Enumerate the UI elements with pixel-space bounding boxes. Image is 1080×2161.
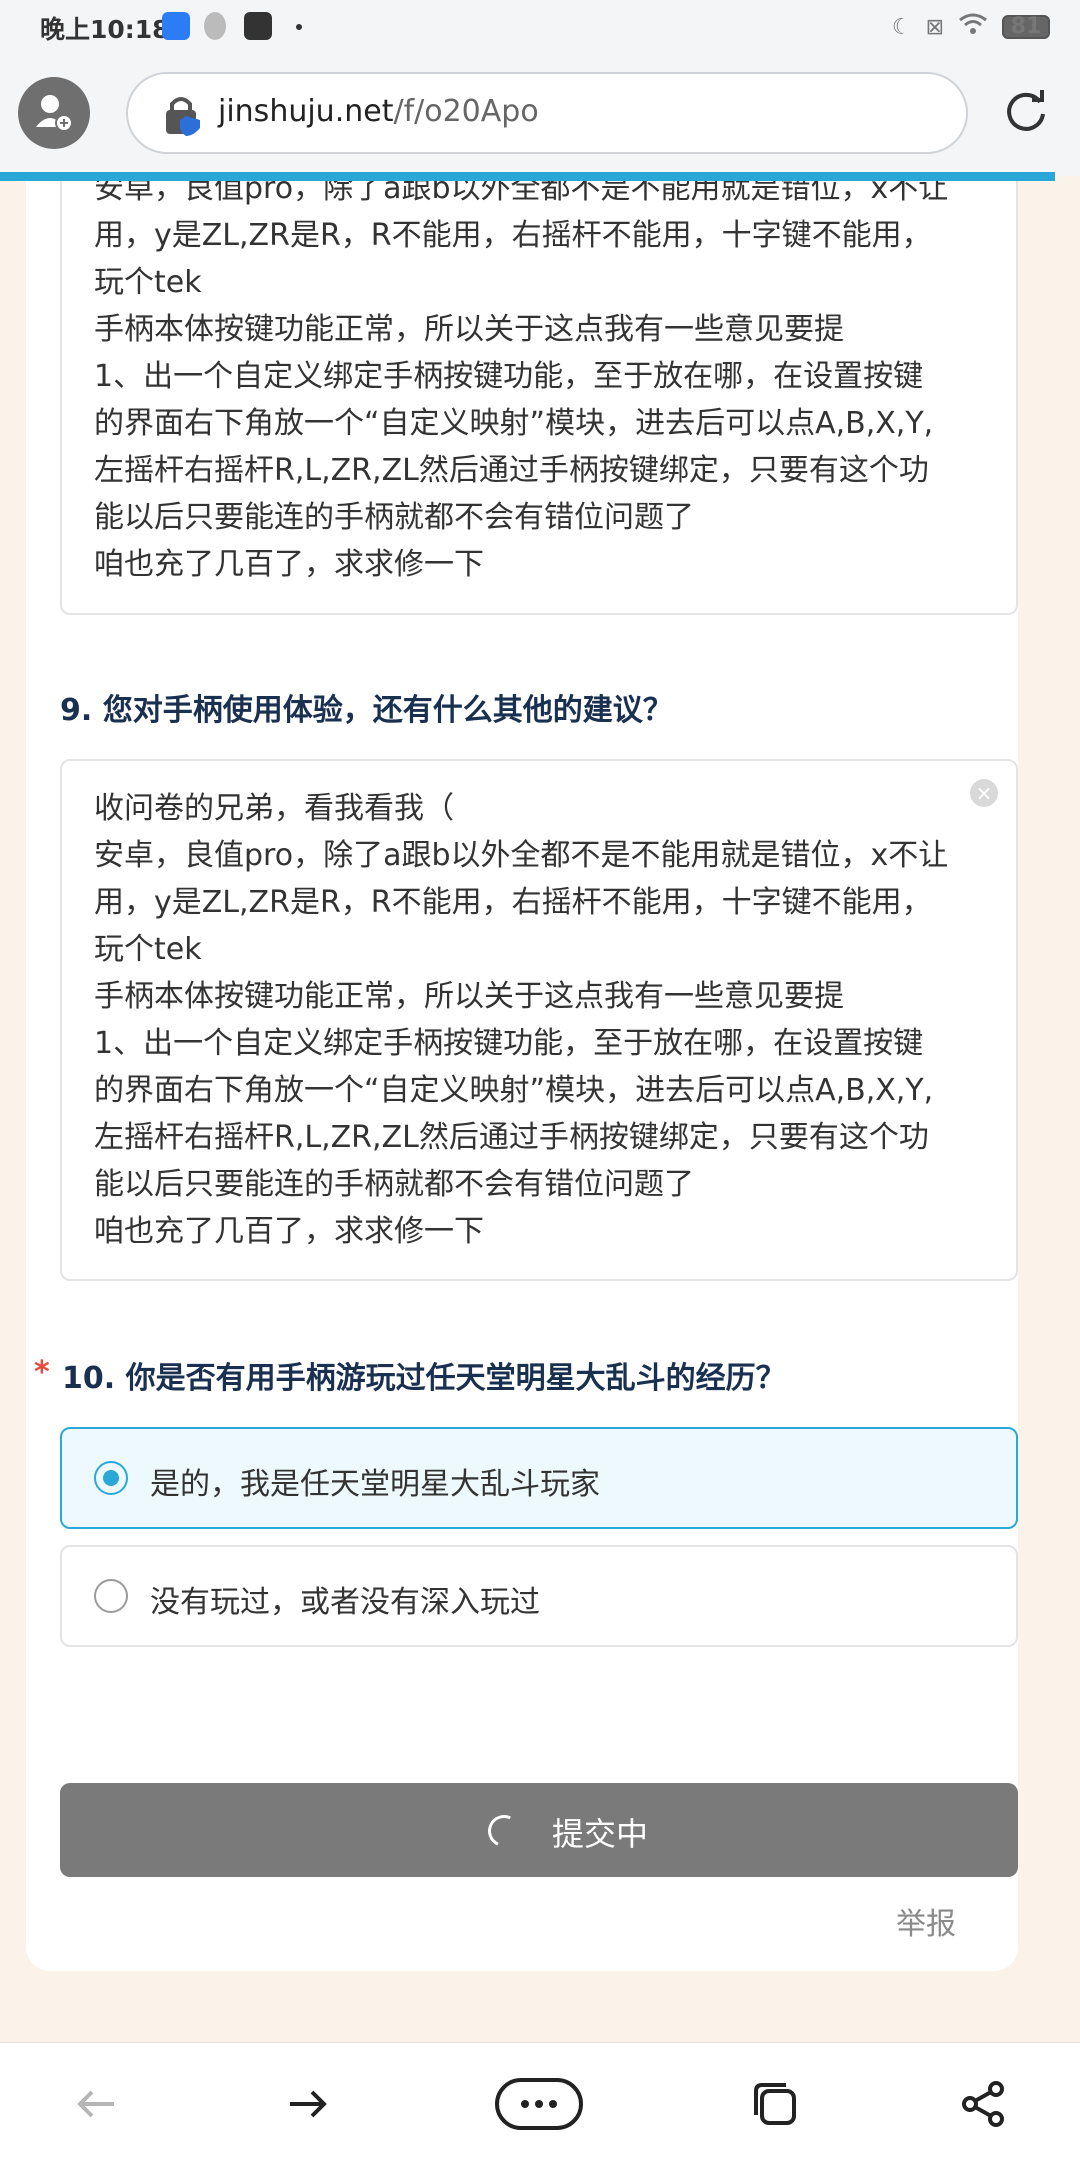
wifi-icon: [958, 12, 988, 42]
status-icons: ☾ ⊠ 81: [892, 12, 1050, 42]
no-sim-icon: ⊠: [925, 14, 944, 40]
q9-title: 9. 您对手柄使用体验，还有什么其他的建议？: [60, 693, 673, 728]
q10-title: 10. 你是否有用手柄游玩过任天堂明星大乱斗的经历？: [62, 1361, 786, 1396]
share-icon[interactable]: [956, 2077, 1010, 2131]
tabs-icon[interactable]: [748, 2077, 802, 2131]
submit-button[interactable]: 提交中: [60, 1783, 1018, 1877]
q9-answer-text: 收问卷的兄弟，看我看我（ 安卓，良值pro，除了a跟b以外全都不是不能用就是错位…: [94, 791, 949, 1249]
q10-option-no[interactable]: 没有玩过，或者没有深入玩过: [60, 1545, 1018, 1647]
prev-answer-text: 安卓，良值pro，除了a跟b以外全都不是不能用就是错位，x不让 用，y是ZL,Z…: [94, 181, 949, 582]
mi-notification-icon: [244, 12, 272, 40]
page-load-progress: [0, 172, 1055, 181]
loading-spinner-icon: [483, 1810, 525, 1852]
shield-notification-icon: [204, 12, 226, 40]
dot-notification-icon: [296, 24, 302, 30]
more-dots-icon[interactable]: [494, 2077, 584, 2131]
url-text: jinshuju.net/f/o20Apo: [218, 94, 539, 129]
radio-unchecked-icon: [94, 1579, 128, 1613]
url-path: /f/o20Apo: [393, 94, 539, 129]
arrow-right-icon[interactable]: [280, 2077, 334, 2131]
browser-toolbar: jinshuju.net/f/o20Apo: [0, 52, 1080, 176]
status-bar: 晚上10:18 ☾ ⊠ 81: [0, 0, 1080, 52]
radio-checked-icon: [94, 1461, 128, 1495]
status-time: 晚上10:18: [40, 15, 170, 44]
moon-icon: ☾: [891, 14, 912, 40]
battery-icon: 81: [1002, 15, 1050, 39]
q10-option-yes-label: 是的，我是任天堂明星大乱斗玩家: [150, 1467, 600, 1502]
app-notification-icon: [162, 12, 190, 40]
submit-label: 提交中: [552, 1815, 649, 1853]
q10-option-no-label: 没有玩过，或者没有深入玩过: [150, 1585, 540, 1620]
secure-lock-icon: [166, 97, 200, 136]
arrow-left-icon[interactable]: [70, 2077, 124, 2131]
q10-option-yes[interactable]: 是的，我是任天堂明星大乱斗玩家: [60, 1427, 1018, 1529]
address-bar[interactable]: jinshuju.net/f/o20Apo: [126, 72, 968, 154]
q9-answer-textarea[interactable]: × 收问卷的兄弟，看我看我（ 安卓，良值pro，除了a跟b以外全都不是不能用就是…: [60, 759, 1018, 1281]
url-host: jinshuju.net: [218, 94, 394, 129]
user-add-icon: [36, 95, 73, 132]
required-mark: *: [34, 1355, 50, 1390]
profile-avatar-button[interactable]: [18, 77, 90, 149]
report-link[interactable]: 举报: [896, 1899, 956, 1943]
form-card: 安卓，良值pro，除了a跟b以外全都不是不能用就是错位，x不让 用，y是ZL,Z…: [26, 181, 1018, 1971]
browser-bottom-nav: [0, 2042, 1080, 2161]
prev-answer-textarea[interactable]: 安卓，良值pro，除了a跟b以外全都不是不能用就是错位，x不让 用，y是ZL,Z…: [60, 181, 1018, 615]
reload-icon[interactable]: [1002, 88, 1050, 136]
